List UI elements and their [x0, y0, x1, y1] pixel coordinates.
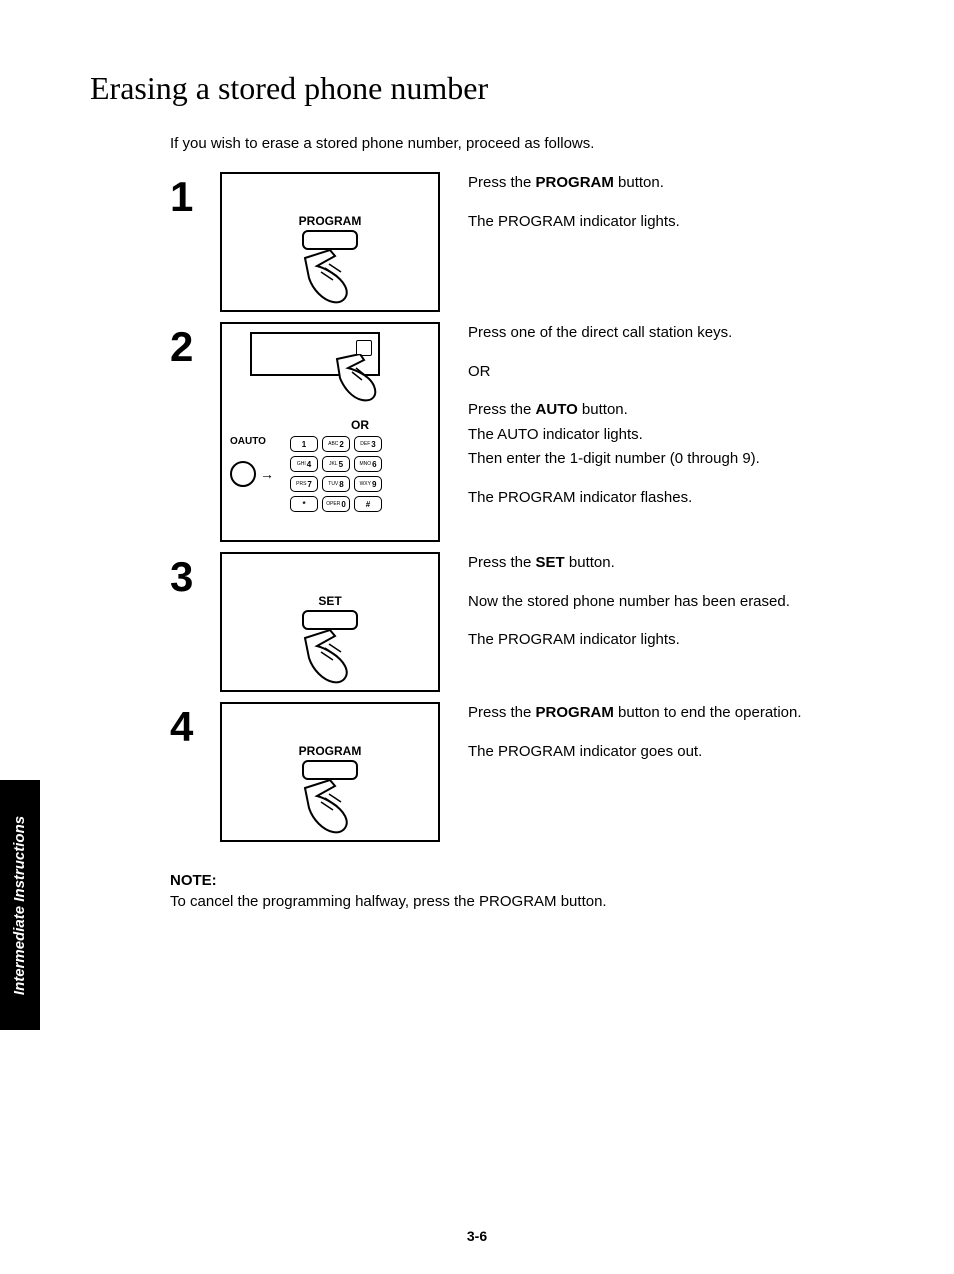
t: PROGRAM	[536, 174, 614, 191]
t: Press the	[468, 174, 536, 191]
or-label: OR	[290, 418, 430, 432]
t: SET	[536, 554, 565, 571]
figure-label: PROGRAM	[222, 744, 438, 758]
t: Then enter the 1-digit number (0 through…	[468, 448, 894, 471]
figure-label: SET	[222, 594, 438, 608]
steps-container: 1 PROGRAM Press the PROGRAM button. The …	[170, 172, 894, 842]
step-number: 4	[170, 702, 220, 748]
hand-icon	[295, 248, 365, 308]
step-4: 4 PROGRAM Press the PROGRAM button to en…	[170, 702, 894, 842]
note-body: To cancel the programming halfway, press…	[170, 893, 894, 910]
step-4-text: Press the PROGRAM button to end the oper…	[468, 702, 894, 779]
side-tab-label: Intermediate Instructions	[12, 815, 29, 994]
auto-label: OAUTO	[230, 436, 290, 447]
intro-text: If you wish to erase a stored phone numb…	[170, 135, 894, 152]
keypad-key: OPER0	[322, 496, 350, 512]
note-block: NOTE: To cancel the programming halfway,…	[170, 872, 894, 910]
button-graphic	[302, 760, 358, 780]
button-graphic	[302, 610, 358, 630]
t: The PROGRAM indicator goes out.	[468, 741, 894, 764]
t: button.	[578, 401, 628, 418]
keypad-key: PRS7	[290, 476, 318, 492]
t: button.	[565, 554, 615, 571]
t: The PROGRAM indicator lights.	[468, 211, 894, 234]
t: Press the	[468, 554, 536, 571]
hand-icon	[295, 628, 365, 688]
side-tab: Intermediate Instructions	[0, 780, 40, 1030]
keypad-key: *	[290, 496, 318, 512]
note-heading: NOTE:	[170, 872, 894, 889]
t: The PROGRAM indicator flashes.	[468, 487, 894, 510]
hand-icon	[332, 354, 402, 404]
t: OR	[468, 361, 894, 384]
t: button.	[614, 174, 664, 191]
keypad-key: DEF3	[354, 436, 382, 452]
step-2-text: Press one of the direct call station key…	[468, 322, 894, 525]
t: Press the	[468, 401, 536, 418]
keypad-key: 1	[290, 436, 318, 452]
keypad-key: GHI4	[290, 456, 318, 472]
keypad-key: #	[354, 496, 382, 512]
t: The PROGRAM indicator lights.	[468, 629, 894, 652]
figure-label: PROGRAM	[222, 214, 438, 228]
step-number: 1	[170, 172, 220, 218]
t: The AUTO indicator lights.	[468, 424, 894, 447]
t: Press one of the direct call station key…	[468, 322, 894, 345]
hand-icon	[295, 778, 365, 838]
button-graphic	[302, 230, 358, 250]
t: Press the	[468, 704, 536, 721]
step-1: 1 PROGRAM Press the PROGRAM button. The …	[170, 172, 894, 312]
arrow-icon: →	[260, 466, 274, 482]
t: AUTO	[536, 401, 578, 418]
step-2: 2 OR OAUTO → 1ABC2DEF3 GHI4JKL5MNO6 PRS7TU…	[170, 322, 894, 542]
keypad-key: TUV8	[322, 476, 350, 492]
t: PROGRAM	[536, 704, 614, 721]
step-1-text: Press the PROGRAM button. The PROGRAM in…	[468, 172, 894, 249]
figure-set-button: SET	[220, 552, 440, 692]
step-3-text: Press the SET button. Now the stored pho…	[468, 552, 894, 668]
t: Now the stored phone number has been era…	[468, 591, 894, 614]
figure-program-button: PROGRAM	[220, 702, 440, 842]
page-number: 3-6	[0, 1228, 954, 1244]
keypad-key: WXY9	[354, 476, 382, 492]
page-title: Erasing a stored phone number	[90, 70, 894, 107]
t: button to end the operation.	[614, 704, 802, 721]
step-number: 3	[170, 552, 220, 598]
keypad-key: MNO6	[354, 456, 382, 472]
keypad-grid: 1ABC2DEF3 GHI4JKL5MNO6 PRS7TUV8WXY9 *OPER0#	[290, 436, 382, 512]
auto-circle-icon	[230, 461, 256, 487]
figure-keypad: OR OAUTO → 1ABC2DEF3 GHI4JKL5MNO6 PRS7TUV8…	[220, 322, 440, 542]
step-3: 3 SET Press the SET button. Now the stor…	[170, 552, 894, 692]
step-number: 2	[170, 322, 220, 368]
figure-program-button: PROGRAM	[220, 172, 440, 312]
keypad-key: ABC2	[322, 436, 350, 452]
keypad-key: JKL5	[322, 456, 350, 472]
